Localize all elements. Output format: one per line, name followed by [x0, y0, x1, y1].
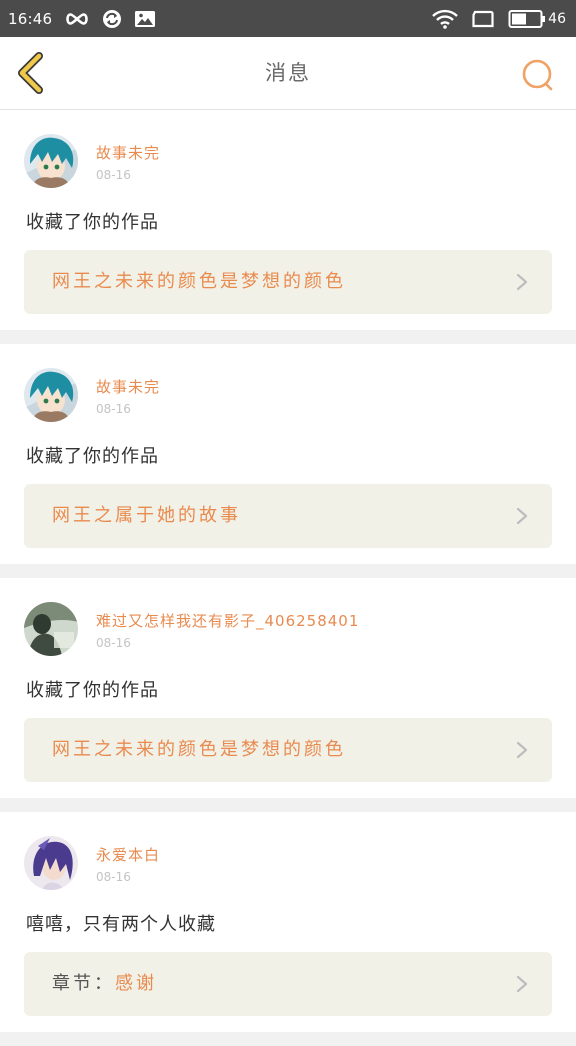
chevron-right-icon: [516, 507, 528, 525]
infinity-icon: [64, 12, 90, 26]
username[interactable]: 故事未完: [96, 142, 160, 163]
battery-icon: [508, 9, 546, 29]
work-title-text: 网王之未来的颜色是梦想的颜色: [52, 739, 346, 760]
sync-icon: [102, 9, 122, 29]
avatar[interactable]: [24, 134, 78, 188]
message-date: 08-16: [96, 870, 131, 884]
work-link[interactable]: 网王之未来的颜色是梦想的颜色: [24, 718, 552, 782]
work-link[interactable]: 网王之未来的颜色是梦想的颜色: [24, 250, 552, 314]
message-list: 故事未完 08-16 收藏了你的作品 网王之未来的颜色是梦想的颜色 故事未完 0…: [0, 110, 576, 1046]
work-title: 网王之属于她的故事: [52, 484, 241, 548]
action-text: 嘻嘻，只有两个人收藏: [26, 914, 216, 935]
message-date: 08-16: [96, 168, 131, 182]
work-prefix: 章节：: [52, 973, 115, 994]
avatar[interactable]: [24, 836, 78, 890]
status-time: 16:46: [8, 9, 53, 28]
work-title: 网王之未来的颜色是梦想的颜色: [52, 250, 346, 314]
chevron-right-icon: [516, 273, 528, 291]
avatar-blue-hair-icon: [24, 368, 78, 422]
action-text: 收藏了你的作品: [26, 446, 159, 467]
avatar-purple-hair-icon: [24, 836, 78, 890]
sim-card-icon: [472, 10, 494, 28]
username[interactable]: 难过又怎样我还有影子_406258401: [96, 610, 359, 631]
work-link[interactable]: 章节：感谢: [24, 952, 552, 1016]
battery-indicator: 46: [508, 9, 566, 29]
message-item: 故事未完 08-16 收藏了你的作品 网王之属于她的故事: [0, 344, 576, 564]
work-link[interactable]: 网王之属于她的故事: [24, 484, 552, 548]
work-title-text: 网王之未来的颜色是梦想的颜色: [52, 271, 346, 292]
wifi-icon: [432, 9, 459, 29]
page-title: 消息: [265, 61, 311, 85]
search-button[interactable]: [518, 55, 558, 95]
search-icon: [522, 59, 553, 91]
work-title: 网王之未来的颜色是梦想的颜色: [52, 718, 346, 782]
action-text: 收藏了你的作品: [26, 680, 159, 701]
app-header: 消息: [0, 37, 576, 110]
battery-level: 46: [548, 10, 566, 27]
message-item: 难过又怎样我还有影子_406258401 08-16 收藏了你的作品 网王之未来…: [0, 578, 576, 798]
chevron-right-icon: [516, 741, 528, 759]
work-title-text: 网王之属于她的故事: [52, 505, 241, 526]
username[interactable]: 永爱本白: [96, 844, 160, 865]
message-item: 永爱本白 08-16 嘻嘻，只有两个人收藏 章节：感谢: [0, 812, 576, 1032]
avatar-blue-hair-icon: [24, 134, 78, 188]
action-text: 收藏了你的作品: [26, 212, 159, 233]
chevron-right-icon: [516, 975, 528, 993]
avatar[interactable]: [24, 368, 78, 422]
work-title: 章节：感谢: [52, 952, 157, 1016]
avatar[interactable]: [24, 602, 78, 656]
status-bar: 16:46 46: [0, 0, 576, 37]
avatar-photo-icon: [24, 602, 78, 656]
message-date: 08-16: [96, 402, 131, 416]
image-icon: [134, 10, 156, 28]
message-item: 故事未完 08-16 收藏了你的作品 网王之未来的颜色是梦想的颜色: [0, 110, 576, 330]
message-date: 08-16: [96, 636, 131, 650]
work-title-text: 感谢: [115, 973, 157, 994]
username[interactable]: 故事未完: [96, 376, 160, 397]
